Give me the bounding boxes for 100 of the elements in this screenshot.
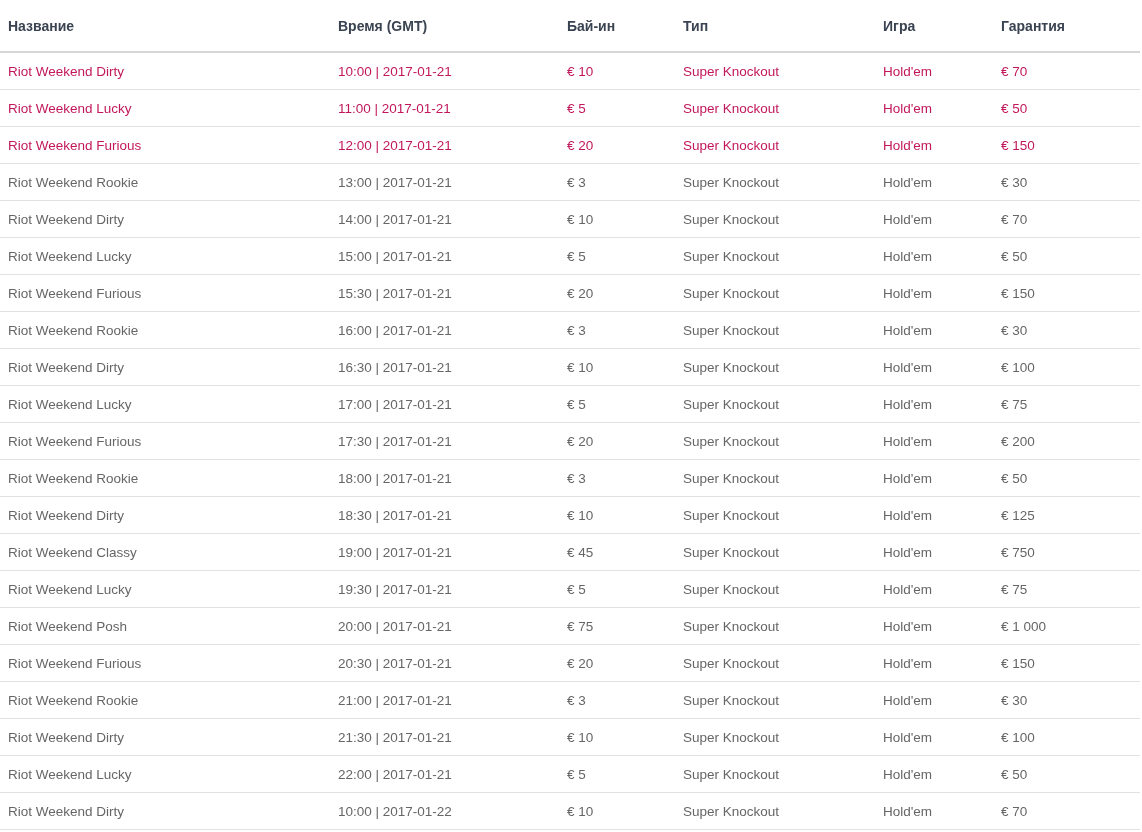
table-cell: Hold'em bbox=[875, 422, 993, 460]
table-cell: 12:00 | 2017-01-21 bbox=[330, 126, 559, 164]
table-cell: Super Knockout bbox=[675, 607, 875, 645]
table-cell: € 75 bbox=[993, 385, 1140, 423]
table-cell: 19:00 | 2017-01-21 bbox=[330, 533, 559, 571]
table-cell: € 150 bbox=[993, 274, 1140, 312]
table-cell: 15:30 | 2017-01-21 bbox=[330, 274, 559, 312]
table-cell: € 50 bbox=[993, 237, 1140, 275]
table-cell: Riot Weekend Posh bbox=[0, 607, 330, 645]
table-cell: Riot Weekend Furious bbox=[0, 644, 330, 682]
table-cell: € 20 bbox=[559, 274, 675, 312]
table-cell: Super Knockout bbox=[675, 163, 875, 201]
table-cell: € 10 bbox=[559, 348, 675, 386]
table-cell: Riot Weekend Lucky bbox=[0, 89, 330, 127]
table-cell: € 50 bbox=[993, 459, 1140, 497]
table-cell: Riot Weekend Rookie bbox=[0, 459, 330, 497]
table-cell: Riot Weekend Rookie bbox=[0, 311, 330, 349]
table-cell: € 10 bbox=[559, 792, 675, 830]
table-cell: € 30 bbox=[993, 311, 1140, 349]
table-cell: € 10 bbox=[559, 200, 675, 238]
table-cell: € 20 bbox=[559, 644, 675, 682]
table-cell: € 10 bbox=[559, 496, 675, 534]
table-cell: Riot Weekend Dirty bbox=[0, 348, 330, 386]
table-cell: € 5 bbox=[559, 755, 675, 793]
column-header: Игра bbox=[875, 0, 993, 52]
table-cell: Hold'em bbox=[875, 496, 993, 534]
table-cell: Riot Weekend Furious bbox=[0, 422, 330, 460]
table-cell: Super Knockout bbox=[675, 274, 875, 312]
table-cell: 16:30 | 2017-01-21 bbox=[330, 348, 559, 386]
table-cell: € 70 bbox=[993, 792, 1140, 830]
table-cell: Super Knockout bbox=[675, 237, 875, 275]
table-cell: 20:00 | 2017-01-21 bbox=[330, 607, 559, 645]
table-cell: 17:00 | 2017-01-21 bbox=[330, 385, 559, 423]
table-cell: Riot Weekend Dirty bbox=[0, 52, 330, 90]
table-cell: Super Knockout bbox=[675, 385, 875, 423]
table-cell: 13:00 | 2017-01-21 bbox=[330, 163, 559, 201]
table-cell: 18:00 | 2017-01-21 bbox=[330, 459, 559, 497]
table-cell: 21:30 | 2017-01-21 bbox=[330, 718, 559, 756]
table-cell: € 75 bbox=[993, 570, 1140, 608]
table-cell: Hold'em bbox=[875, 533, 993, 571]
table-cell: € 100 bbox=[993, 348, 1140, 386]
table-cell: € 3 bbox=[559, 311, 675, 349]
table-cell: Super Knockout bbox=[675, 311, 875, 349]
table-cell: € 5 bbox=[559, 89, 675, 127]
table-cell: Super Knockout bbox=[675, 718, 875, 756]
table-cell: Hold'em bbox=[875, 89, 993, 127]
table-cell: € 3 bbox=[559, 681, 675, 719]
table-cell: 18:30 | 2017-01-21 bbox=[330, 496, 559, 534]
table-cell: € 50 bbox=[993, 755, 1140, 793]
table-cell: Riot Weekend Rookie bbox=[0, 163, 330, 201]
table-cell: Super Knockout bbox=[675, 681, 875, 719]
table-cell: Riot Weekend Dirty bbox=[0, 200, 330, 238]
table-cell: € 5 bbox=[559, 385, 675, 423]
table-cell: Riot Weekend Furious bbox=[0, 274, 330, 312]
table-cell: € 150 bbox=[993, 126, 1140, 164]
table-cell: € 10 bbox=[559, 52, 675, 90]
table-cell: € 1 000 bbox=[993, 607, 1140, 645]
table-cell: 19:30 | 2017-01-21 bbox=[330, 570, 559, 608]
table-cell: 16:00 | 2017-01-21 bbox=[330, 311, 559, 349]
column-header: Время (GMT) bbox=[330, 0, 559, 52]
table-cell: Riot Weekend Lucky bbox=[0, 385, 330, 423]
table-cell: Hold'em bbox=[875, 385, 993, 423]
table-cell: € 30 bbox=[993, 163, 1140, 201]
table-cell: € 70 bbox=[993, 200, 1140, 238]
table-cell: Super Knockout bbox=[675, 644, 875, 682]
table-cell: Super Knockout bbox=[675, 348, 875, 386]
table-cell: € 20 bbox=[559, 126, 675, 164]
table-cell: Hold'em bbox=[875, 755, 993, 793]
table-cell: Hold'em bbox=[875, 237, 993, 275]
table-cell: Hold'em bbox=[875, 570, 993, 608]
table-cell: € 3 bbox=[559, 459, 675, 497]
table-cell: € 150 bbox=[993, 644, 1140, 682]
table-cell: Super Knockout bbox=[675, 126, 875, 164]
table-cell: Hold'em bbox=[875, 200, 993, 238]
table-cell: € 20 bbox=[559, 422, 675, 460]
table-cell: 10:00 | 2017-01-21 bbox=[330, 52, 559, 90]
table-cell: € 3 bbox=[559, 163, 675, 201]
table-cell: € 50 bbox=[993, 89, 1140, 127]
table-cell: Hold'em bbox=[875, 163, 993, 201]
table-cell: Super Knockout bbox=[675, 459, 875, 497]
table-cell: 22:00 | 2017-01-21 bbox=[330, 755, 559, 793]
table-cell: 14:00 | 2017-01-21 bbox=[330, 200, 559, 238]
table-cell: Riot Weekend Dirty bbox=[0, 496, 330, 534]
table-cell: € 750 bbox=[993, 533, 1140, 571]
table-cell: € 70 bbox=[993, 52, 1140, 90]
table-cell: Riot Weekend Dirty bbox=[0, 718, 330, 756]
table-cell: Hold'em bbox=[875, 792, 993, 830]
table-cell: 20:30 | 2017-01-21 bbox=[330, 644, 559, 682]
table-cell: Hold'em bbox=[875, 459, 993, 497]
table-cell: Super Knockout bbox=[675, 52, 875, 90]
column-header: Бай-ин bbox=[559, 0, 675, 52]
table-cell: € 10 bbox=[559, 718, 675, 756]
table-cell: Riot Weekend Furious bbox=[0, 126, 330, 164]
table-cell: Super Knockout bbox=[675, 792, 875, 830]
table-cell: 17:30 | 2017-01-21 bbox=[330, 422, 559, 460]
table-cell: € 75 bbox=[559, 607, 675, 645]
table-cell: € 200 bbox=[993, 422, 1140, 460]
table-cell: Riot Weekend Lucky bbox=[0, 570, 330, 608]
table-cell: Hold'em bbox=[875, 644, 993, 682]
table-cell: Riot Weekend Lucky bbox=[0, 237, 330, 275]
